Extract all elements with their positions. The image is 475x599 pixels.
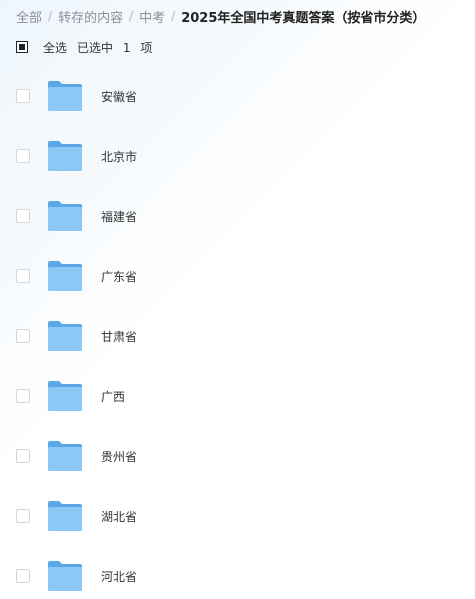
breadcrumb-separator: / — [129, 9, 134, 23]
folder-icon — [48, 561, 82, 591]
list-item[interactable]: 安徽省 — [0, 66, 475, 126]
folder-name[interactable]: 北京市 — [101, 148, 137, 165]
row-checkbox[interactable] — [16, 89, 30, 103]
folder-name[interactable]: 广东省 — [101, 268, 137, 285]
row-checkbox[interactable] — [16, 329, 30, 343]
breadcrumb-separator: / — [48, 9, 53, 23]
row-checkbox[interactable] — [16, 149, 30, 163]
folder-icon — [48, 81, 82, 111]
selected-count: 1 — [122, 40, 131, 55]
folder-name[interactable]: 安徽省 — [101, 88, 137, 105]
breadcrumb-separator: / — [171, 9, 176, 23]
folder-icon — [48, 441, 82, 471]
folder-icon — [48, 501, 82, 531]
folder-icon — [48, 141, 82, 171]
row-checkbox[interactable] — [16, 509, 30, 523]
folder-name[interactable]: 甘肃省 — [101, 328, 137, 345]
breadcrumb-current: 2025年全国中考真题答案（按省市分类） — [181, 10, 426, 26]
folder-name[interactable]: 贵州省 — [101, 448, 137, 465]
row-checkbox[interactable] — [16, 449, 30, 463]
select-all-label[interactable]: 全选 — [43, 39, 67, 56]
folder-name[interactable]: 河北省 — [101, 568, 137, 585]
folder-name[interactable]: 福建省 — [101, 208, 137, 225]
row-checkbox[interactable] — [16, 209, 30, 223]
list-item[interactable]: 广西 — [0, 366, 475, 426]
list-item[interactable]: 甘肃省 — [0, 306, 475, 366]
breadcrumb-item-saved[interactable]: 转存的内容 — [58, 7, 123, 26]
row-checkbox[interactable] — [16, 389, 30, 403]
list-item[interactable]: 北京市 — [0, 126, 475, 186]
file-list: 安徽省 北京市 福建省 广东省 甘肃省 广西 贵州省 湖北省 河北省 — [0, 66, 475, 599]
list-item[interactable]: 广东省 — [0, 246, 475, 306]
selected-prefix: 已选中 — [77, 40, 114, 55]
folder-icon — [48, 201, 82, 231]
breadcrumb: 全部 / 转存的内容 / 中考 / 2025年全国中考真题答案（按省市分类） — [16, 6, 425, 26]
selection-bar: 全选 已选中 1 项 — [16, 37, 158, 57]
selected-count-info: 已选中 1 项 — [77, 39, 158, 56]
folder-icon — [48, 381, 82, 411]
select-all-checkbox[interactable] — [16, 41, 28, 53]
selected-unit: 项 — [140, 40, 153, 55]
folder-icon — [48, 261, 82, 291]
list-item[interactable]: 福建省 — [0, 186, 475, 246]
folder-icon — [48, 321, 82, 351]
breadcrumb-item-all[interactable]: 全部 — [16, 7, 42, 26]
list-item[interactable]: 贵州省 — [0, 426, 475, 486]
list-item[interactable]: 河北省 — [0, 546, 475, 599]
row-checkbox[interactable] — [16, 269, 30, 283]
breadcrumb-item-zhongkao[interactable]: 中考 — [139, 7, 165, 26]
list-item[interactable]: 湖北省 — [0, 486, 475, 546]
folder-name[interactable]: 广西 — [101, 388, 125, 405]
row-checkbox[interactable] — [16, 569, 30, 583]
folder-name[interactable]: 湖北省 — [101, 508, 137, 525]
